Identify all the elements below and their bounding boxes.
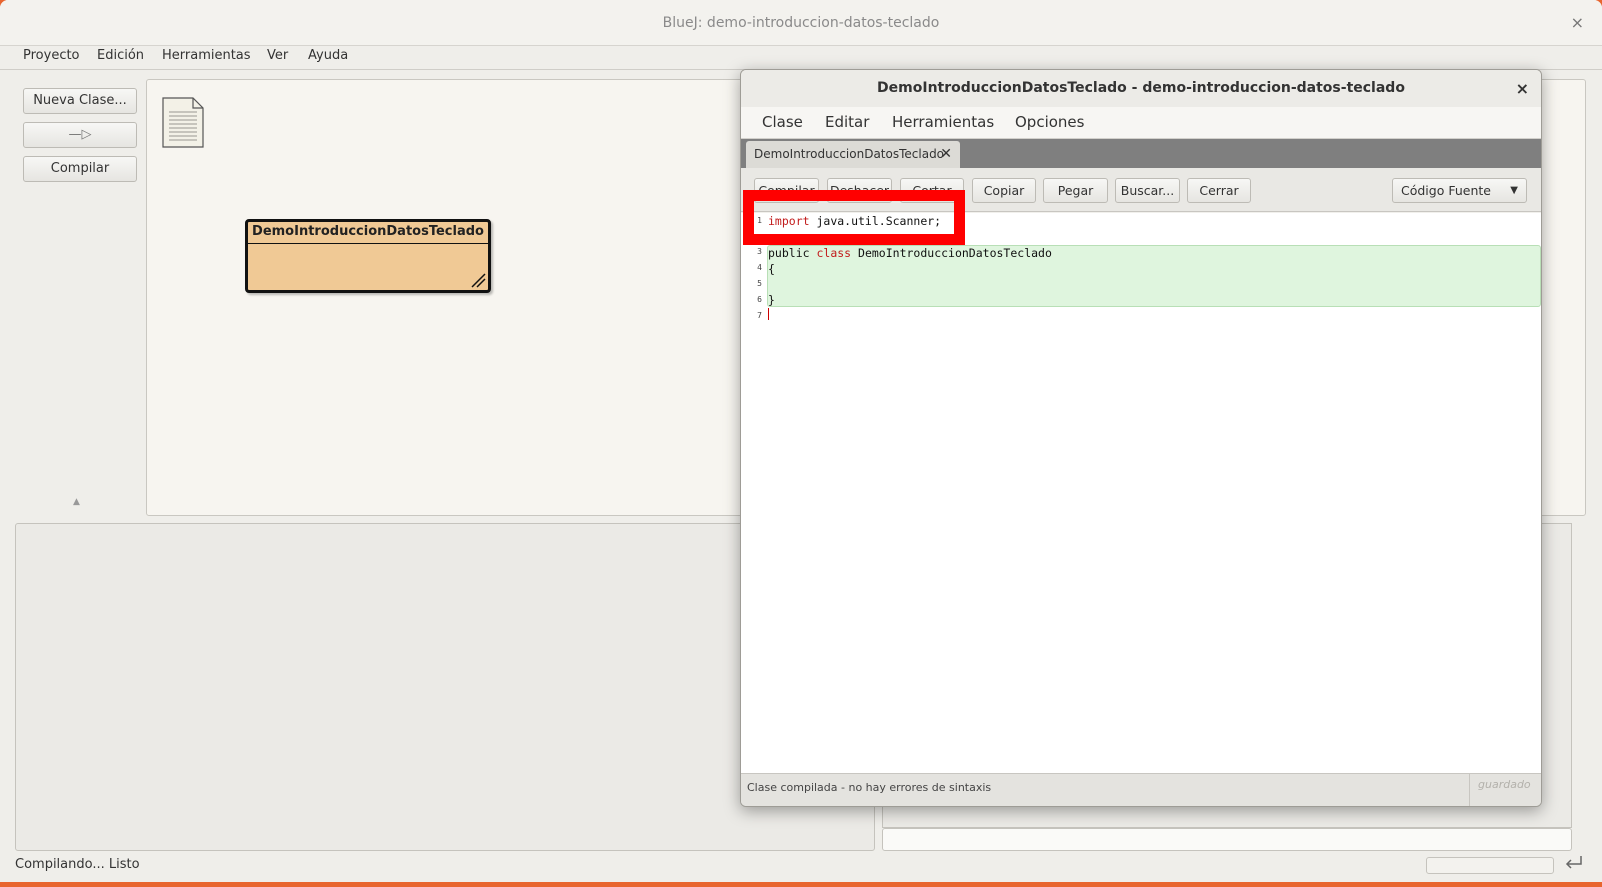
compile-button[interactable]: Compilar (23, 156, 137, 182)
copy-button[interactable]: Copiar (972, 178, 1036, 203)
code-editor[interactable]: 1 3 4 5 6 7 import java.util.Scanner; pu… (741, 190, 1541, 773)
left-tool-panel: Nueva Clase... —▷ Compilar ▲ (0, 71, 146, 511)
main-menubar: Proyecto Edición Herramientas Ver Ayuda (0, 46, 1602, 70)
progress-indicator (1426, 857, 1554, 874)
code-line-6[interactable]: } (768, 293, 775, 307)
editor-menubar: Clase Editar Herramientas Opciones (741, 107, 1541, 139)
editor-window: DemoIntroduccionDatosTeclado - demo-intr… (740, 69, 1542, 807)
editor-title: DemoIntroduccionDatosTeclado - demo-intr… (877, 80, 1405, 96)
menu-herramientas[interactable]: Herramientas (162, 48, 251, 63)
editor-menu-editar[interactable]: Editar (825, 113, 869, 131)
class-box-name: DemoIntroduccionDatosTeclado (248, 222, 488, 244)
return-icon[interactable] (1563, 853, 1585, 873)
editor-menu-herramientas[interactable]: Herramientas (892, 113, 994, 131)
code-line-3[interactable]: public class DemoIntroduccionDatosTeclad… (768, 246, 1052, 260)
codepad-input[interactable] (882, 828, 1572, 851)
collapse-triangle-icon[interactable]: ▲ (73, 497, 80, 507)
tab-label: DemoIntroduccionDatosTeclado (754, 147, 945, 161)
new-class-button[interactable]: Nueva Clase... (23, 88, 137, 114)
compile-status-message: Clase compilada - no hay errores de sint… (747, 781, 992, 794)
editor-menu-opciones[interactable]: Opciones (1015, 113, 1084, 131)
editor-titlebar: DemoIntroduccionDatosTeclado - demo-intr… (741, 70, 1541, 107)
editor-tab-strip: DemoIntroduccionDatosTeclado ✕ (741, 139, 1541, 168)
new-inheritance-arrow-button[interactable]: —▷ (23, 122, 137, 148)
tab-demo-class[interactable]: DemoIntroduccionDatosTeclado ✕ (746, 141, 960, 168)
line-number: 4 (757, 263, 762, 272)
resize-handle-icon[interactable] (470, 272, 486, 288)
editor-statusbar: Clase compilada - no hay errores de sint… (741, 773, 1541, 806)
saved-indicator: guardado (1469, 774, 1541, 806)
view-mode-select[interactable]: Código Fuente ▼ (1392, 178, 1527, 203)
keyword-public: public (768, 246, 810, 260)
line-number: 6 (757, 295, 762, 304)
status-text: Compilando... Listo (15, 857, 140, 872)
line-number: 5 (757, 279, 762, 288)
menu-proyecto[interactable]: Proyecto (23, 48, 80, 63)
window-titlebar: BlueJ: demo-introduccion-datos-teclado × (0, 0, 1602, 46)
code-line-4[interactable]: { (768, 262, 775, 276)
line-number: 3 (757, 247, 762, 256)
menu-ver[interactable]: Ver (267, 48, 288, 63)
annotation-highlight-box (743, 190, 965, 245)
window-close-icon[interactable]: × (1571, 0, 1584, 46)
close-editor-button[interactable]: Cerrar (1187, 178, 1251, 203)
paste-button[interactable]: Pegar (1043, 178, 1108, 203)
keyword-class: class (816, 246, 852, 260)
readme-document-icon[interactable] (161, 96, 205, 149)
menu-edicion[interactable]: Edición (97, 48, 144, 63)
window-title: BlueJ: demo-introduccion-datos-teclado (662, 15, 940, 31)
line-number: 7 (757, 311, 762, 320)
view-mode-value: Código Fuente (1401, 183, 1491, 198)
chevron-down-icon: ▼ (1510, 185, 1518, 196)
class-box[interactable]: DemoIntroduccionDatosTeclado (245, 219, 491, 293)
text-cursor (768, 308, 769, 320)
editor-menu-clase[interactable]: Clase (762, 113, 803, 131)
tab-close-icon[interactable]: ✕ (940, 141, 952, 168)
editor-close-icon[interactable]: × (1516, 70, 1529, 107)
menu-ayuda[interactable]: Ayuda (308, 48, 348, 63)
find-button[interactable]: Buscar... (1115, 178, 1180, 203)
class-name: DemoIntroduccionDatosTeclado (851, 246, 1052, 260)
line-number-gutter: 1 3 4 5 6 7 (741, 213, 765, 773)
